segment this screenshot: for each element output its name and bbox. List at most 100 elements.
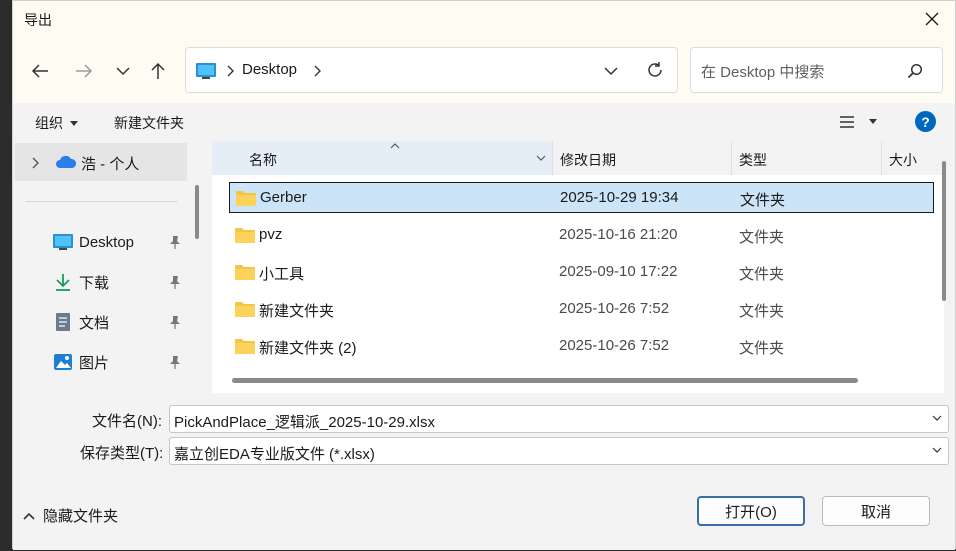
file-modified: 2025-09-10 17:22 [559,263,678,280]
view-options-button[interactable] [839,115,877,132]
column-type-label: 类型 [739,152,767,168]
file-name: 新建文件夹 [259,303,335,320]
hide-folders-label: 隐藏文件夹 [43,508,119,525]
file-list: 名称 修改日期 类型 大小 Gerber 2025-10-29 19:34 文件… [212,141,944,393]
file-type: 文件夹 [739,340,785,357]
column-header-name[interactable]: 名称 [212,141,552,175]
new-folder-button[interactable]: 新建文件夹 [114,113,184,133]
filename-value[interactable]: PickAndPlace_逻辑派_2025-10-29.xlsx [174,411,435,432]
picture-icon [54,354,72,370]
divider [25,201,177,202]
table-row[interactable]: pvz 2025-10-16 21:20 文件夹 [229,220,934,251]
command-bar: 组织 新建文件夹 ? [13,103,955,141]
onedrive-cloud-icon [56,155,77,168]
desktop-icon [53,234,73,250]
caret-down-icon [869,119,877,124]
column-name-label: 名称 [249,152,277,168]
filename-label: 文件名(N): [92,413,162,430]
pin-icon[interactable] [169,355,181,369]
search-box[interactable]: 在 Desktop 中搜索 [690,47,943,93]
refresh-icon[interactable] [646,61,664,79]
download-icon [56,274,70,291]
navigation-bar: Desktop 在 Desktop 中搜索 [13,37,955,103]
chevron-right-icon [227,65,234,77]
column-modified-label: 修改日期 [560,152,616,168]
table-row[interactable]: Gerber 2025-10-29 19:34 文件夹 [229,182,934,213]
address-bar[interactable]: Desktop [185,47,678,93]
folder-icon [235,339,255,354]
export-dialog: 导出 Desktop 在 Desktop 中搜索 组织 新建文件夹 ? 浩 - … [12,0,956,550]
column-header-type[interactable]: 类型 [731,141,881,175]
column-header-size[interactable]: 大小 [881,141,944,175]
filename-field[interactable]: PickAndPlace_逻辑派_2025-10-29.xlsx [169,405,949,433]
table-row[interactable]: 新建文件夹 (2) 2025-10-26 7:52 文件夹 [229,331,934,362]
filetype-select[interactable]: 嘉立创EDA专业版文件 (*.xlsx) [169,437,949,465]
pin-icon[interactable] [169,235,181,249]
back-button[interactable] [26,57,54,85]
folder-icon [235,228,255,243]
chevron-right-icon[interactable] [313,65,321,77]
filetype-value: 嘉立创EDA专业版文件 (*.xlsx) [174,446,375,463]
sidebar-item-label: 图片 [79,354,110,372]
file-name: 新建文件夹 (2) [259,340,357,357]
file-type: 文件夹 [740,192,786,209]
sidebar-item-label: 下载 [79,274,110,292]
pin-icon[interactable] [169,275,181,289]
chevron-down-icon[interactable] [932,415,942,422]
navigation-pane: 浩 - 个人 Desktop 下载 文档 图片 [13,141,199,393]
file-modified: 2025-10-26 7:52 [559,300,670,317]
help-icon[interactable]: ? [915,111,936,132]
table-row[interactable]: 小工具 2025-09-10 17:22 文件夹 [229,257,934,288]
sidebar-item-label: Desktop [79,233,135,251]
recent-locations-button[interactable] [109,57,137,85]
folder-icon [235,265,255,280]
up-button[interactable] [144,57,172,85]
organize-label: 组织 [35,115,63,131]
search-icon[interactable] [907,63,923,79]
search-input[interactable]: 在 Desktop 中搜索 [701,61,824,82]
chevron-down-icon [116,67,130,76]
close-button[interactable] [913,4,951,34]
file-modified: 2025-10-26 7:52 [559,337,670,354]
list-view-icon [840,116,854,128]
pin-icon[interactable] [169,315,181,329]
title-bar: 导出 [13,1,955,37]
file-modified: 2025-10-29 19:34 [560,189,679,206]
dialog-title: 导出 [24,12,52,28]
file-type: 文件夹 [739,229,785,246]
open-button[interactable]: 打开(O) [697,496,805,526]
folder-icon [235,302,255,317]
address-history-chevron-icon[interactable] [604,66,618,76]
chevron-down-icon [932,447,942,453]
file-modified: 2025-10-16 21:20 [559,226,678,243]
forward-button[interactable] [70,57,98,85]
cancel-button[interactable]: 取消 [822,496,930,526]
breadcrumb-desktop[interactable]: Desktop [242,61,297,78]
chevron-right-icon[interactable] [31,157,39,169]
caret-down-icon [69,121,78,127]
save-options: 文件名(N): PickAndPlace_逻辑派_2025-10-29.xlsx… [13,393,955,550]
sidebar-scrollbar[interactable] [195,185,199,239]
sidebar-item-label: 文档 [79,314,110,332]
vertical-scrollbar[interactable] [942,161,946,301]
sidebar-item-label: 浩 - 个人 [81,156,140,173]
chevron-down-icon[interactable] [536,155,546,162]
column-header-modified[interactable]: 修改日期 [552,141,731,175]
up-arrow-icon [151,62,165,79]
filetype-label: 保存类型(T): [80,445,164,462]
hide-folders-toggle[interactable]: 隐藏文件夹 [23,505,118,526]
file-name: pvz [259,226,283,243]
table-row[interactable]: 新建文件夹 2025-10-26 7:52 文件夹 [229,294,934,325]
file-name: 小工具 [259,266,305,283]
file-type: 文件夹 [739,303,785,320]
horizontal-scrollbar[interactable] [232,378,858,383]
sort-ascending-icon [390,143,400,149]
organize-menu[interactable]: 组织 [35,113,78,133]
folder-icon [236,191,256,206]
desktop-icon [196,63,216,79]
chevron-up-icon [23,512,35,520]
close-icon [925,12,939,26]
forward-arrow-icon [76,64,93,78]
sidebar-item-cloud[interactable]: 浩 - 个人 [15,143,187,181]
column-size-label: 大小 [889,152,917,168]
